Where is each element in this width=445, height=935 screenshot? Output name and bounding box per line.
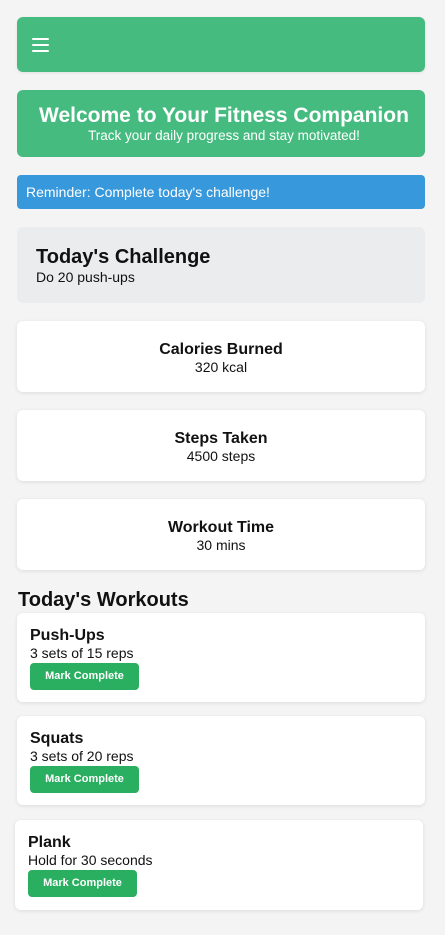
stat-value: 30 mins [196, 537, 246, 553]
mark-complete-button[interactable]: Mark Complete [30, 663, 139, 690]
todays-challenge-card: Today's Challenge Do 20 push-ups [17, 227, 425, 303]
challenge-title: Today's Challenge [36, 246, 211, 268]
workout-detail: 3 sets of 15 reps [30, 645, 134, 661]
mark-complete-button[interactable]: Mark Complete [28, 870, 137, 897]
reminder-banner: Reminder: Complete today's challenge! [17, 175, 425, 209]
stat-card-workout-time: Workout Time 30 mins [17, 499, 425, 570]
fitness-dashboard-page: Welcome to Your Fitness Companion Track … [0, 0, 445, 935]
challenge-description: Do 20 push-ups [36, 269, 135, 285]
workout-card-plank: Plank Hold for 30 seconds Mark Complete [15, 820, 423, 910]
welcome-subtitle: Track your daily progress and stay motiv… [88, 128, 360, 143]
workout-detail: Hold for 30 seconds [28, 852, 153, 868]
welcome-banner: Welcome to Your Fitness Companion Track … [17, 90, 425, 157]
workout-name: Plank [28, 834, 71, 851]
workout-card-push-ups: Push-Ups 3 sets of 15 reps Mark Complete [17, 613, 425, 702]
stat-title: Steps Taken [174, 430, 268, 447]
workout-card-squats: Squats 3 sets of 20 reps Mark Complete [17, 716, 425, 805]
mark-complete-button[interactable]: Mark Complete [30, 766, 139, 793]
top-nav-bar [17, 17, 425, 72]
stat-card-calories: Calories Burned 320 kcal [17, 321, 425, 392]
workout-detail: 3 sets of 20 reps [30, 748, 134, 764]
workout-name: Squats [30, 730, 84, 747]
workout-name: Push-Ups [30, 627, 105, 644]
welcome-title: Welcome to Your Fitness Companion [39, 104, 409, 127]
hamburger-menu-icon[interactable] [32, 38, 49, 52]
stat-card-steps: Steps Taken 4500 steps [17, 410, 425, 481]
stat-value: 4500 steps [186, 448, 256, 464]
stat-title: Workout Time [167, 519, 275, 536]
stat-title: Calories Burned [159, 341, 283, 358]
workouts-section-title: Today's Workouts [18, 589, 189, 611]
stat-value: 320 kcal [194, 359, 248, 375]
